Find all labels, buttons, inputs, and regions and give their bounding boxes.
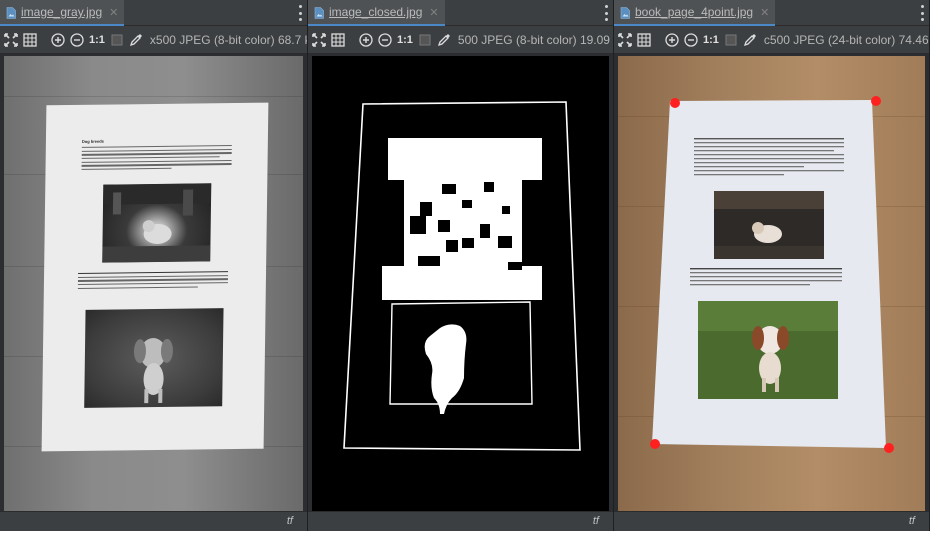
eyedropper-icon[interactable]	[743, 31, 757, 49]
zoom-out-icon[interactable]	[378, 31, 392, 49]
zoom-out-icon[interactable]	[70, 31, 84, 49]
background-toggle-icon[interactable]	[724, 31, 738, 49]
status-label: tf	[908, 515, 915, 527]
image-info: 500 JPEG (8-bit color) 19.09 kB	[457, 32, 614, 47]
tab-label: book_page_4point.jpg	[635, 5, 754, 19]
text-block	[77, 271, 229, 291]
binary-mask-image	[343, 101, 581, 451]
more-options-icon[interactable]	[919, 5, 925, 21]
status-label: tf	[592, 515, 599, 527]
tab-image-closed[interactable]: image_closed.jpg ✕	[308, 0, 445, 26]
status-label: tf	[286, 515, 293, 527]
document-page: Dog breeds	[41, 102, 269, 452]
actual-size-button[interactable]: 1:1	[89, 31, 105, 49]
corner-marker-bottom-left[interactable]	[650, 439, 660, 449]
image-toolbar: 1:1 x500 JPEG (8-bit color) 68.7 kB	[0, 26, 307, 54]
zoom-in-icon[interactable]	[665, 31, 679, 49]
tab-bar: image_gray.jpg ✕	[0, 0, 307, 26]
dog-photo-top	[102, 183, 212, 263]
image-viewer-pane-gray: image_gray.jpg ✕ 1:1 x500 JPEG (8-bit co…	[0, 0, 308, 531]
grid-icon[interactable]	[331, 31, 345, 49]
close-icon[interactable]: ✕	[760, 6, 769, 19]
background-toggle-icon[interactable]	[110, 31, 124, 49]
tab-image-gray[interactable]: image_gray.jpg ✕	[0, 0, 125, 26]
tab-bar: image_closed.jpg ✕	[308, 0, 613, 26]
actual-size-button[interactable]: 1:1	[397, 31, 413, 49]
wood-grain	[4, 96, 303, 97]
status-bar: tf	[0, 511, 307, 531]
more-options-icon[interactable]	[603, 5, 609, 21]
grid-icon[interactable]	[637, 31, 651, 49]
image-file-icon	[314, 6, 324, 19]
fit-to-window-icon[interactable]	[312, 31, 326, 49]
perspective-page	[650, 96, 894, 453]
text-region-blobs	[382, 138, 542, 300]
status-bar: tf	[614, 511, 929, 531]
status-bar: tf	[308, 511, 613, 531]
corner-marker-top-left[interactable]	[670, 98, 680, 108]
image-toolbar: 1:1 500 JPEG (8-bit color) 19.09 kB	[308, 26, 613, 54]
background-toggle-icon[interactable]	[418, 31, 432, 49]
zoom-in-icon[interactable]	[359, 31, 373, 49]
image-canvas[interactable]	[618, 56, 925, 511]
dog-photo-top	[714, 191, 824, 259]
document-heading: Dog breeds	[81, 138, 104, 144]
fit-to-window-icon[interactable]	[618, 31, 632, 49]
tab-label: image_closed.jpg	[329, 5, 423, 19]
image-info: c500 JPEG (24-bit color) 74.46 kB	[763, 32, 930, 47]
zoom-out-icon[interactable]	[684, 31, 698, 49]
eyedropper-icon[interactable]	[129, 31, 143, 49]
close-icon[interactable]: ✕	[109, 6, 118, 19]
eyedropper-icon[interactable]	[437, 31, 451, 49]
more-options-icon[interactable]	[297, 5, 303, 21]
corner-marker-top-right[interactable]	[871, 96, 881, 106]
dog-blob	[424, 324, 467, 414]
corner-marker-bottom-right[interactable]	[884, 443, 894, 453]
tab-label: image_gray.jpg	[21, 5, 103, 19]
image-canvas[interactable]: Dog breeds	[4, 56, 303, 511]
tab-bar: book_page_4point.jpg ✕	[614, 0, 929, 26]
fit-to-window-icon[interactable]	[4, 31, 18, 49]
dog-photo-bottom	[84, 308, 224, 408]
image-toolbar: 1:1 c500 JPEG (24-bit color) 74.46 kB	[614, 26, 929, 54]
close-icon[interactable]: ✕	[429, 6, 438, 19]
tab-book-page-4point[interactable]: book_page_4point.jpg ✕	[614, 0, 776, 26]
actual-size-button[interactable]: 1:1	[703, 31, 719, 49]
image-viewer-pane-closed: image_closed.jpg ✕ 1:1 500 JPEG (8-bit c…	[308, 0, 614, 531]
image-file-icon	[6, 6, 16, 19]
zoom-in-icon[interactable]	[51, 31, 65, 49]
dog-photo-bottom	[698, 301, 838, 399]
image-canvas[interactable]	[312, 56, 609, 511]
image-file-icon	[620, 6, 630, 19]
image-info: x500 JPEG (8-bit color) 68.7 kB	[149, 32, 308, 47]
image-viewer-pane-color: book_page_4point.jpg ✕ 1:1 c500 JPEG (24…	[614, 0, 930, 531]
grid-icon[interactable]	[23, 31, 37, 49]
text-block	[81, 145, 232, 173]
